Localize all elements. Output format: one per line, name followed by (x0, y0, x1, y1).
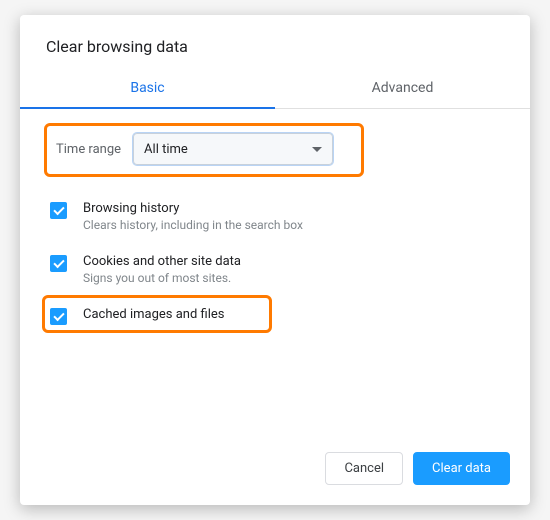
options-list: Browsing history Clears history, includi… (46, 193, 504, 339)
checkbox-cached[interactable] (50, 308, 67, 325)
option-cached-text: Cached images and files (83, 307, 224, 322)
option-browsing-history-text: Browsing history Clears history, includi… (83, 201, 303, 232)
tab-advanced-label: Advanced (372, 80, 434, 96)
tab-basic-label: Basic (130, 80, 164, 96)
checkbox-browsing-history[interactable] (50, 202, 67, 219)
option-cached-title: Cached images and files (83, 307, 224, 322)
time-range-select[interactable]: All time (133, 133, 333, 165)
time-range-label: Time range (56, 142, 121, 157)
option-browsing-history: Browsing history Clears history, includi… (46, 193, 504, 246)
dialog-title: Clear browsing data (20, 15, 530, 70)
tab-basic[interactable]: Basic (20, 70, 275, 108)
option-browsing-history-title: Browsing history (83, 201, 303, 216)
option-browsing-history-desc: Clears history, including in the search … (83, 218, 303, 232)
dialog-footer: Cancel Clear data (20, 436, 530, 505)
clear-browsing-data-dialog: Clear browsing data Basic Advanced Time … (20, 15, 530, 505)
checkbox-cookies[interactable] (50, 255, 67, 272)
option-cookies-title: Cookies and other site data (83, 254, 241, 269)
tab-bar: Basic Advanced (20, 70, 530, 109)
clear-data-button[interactable]: Clear data (413, 452, 510, 485)
checkmark-icon (53, 256, 64, 267)
option-cached: Cached images and files (46, 299, 504, 339)
option-cookies-text: Cookies and other site data Signs you ou… (83, 254, 241, 285)
cancel-button-label: Cancel (344, 461, 384, 476)
checkmark-icon (53, 203, 64, 214)
clear-data-button-label: Clear data (432, 461, 491, 476)
tab-advanced[interactable]: Advanced (275, 70, 530, 108)
option-cookies-desc: Signs you out of most sites. (83, 271, 241, 285)
time-range-row: Time range All time (46, 123, 504, 175)
cancel-button[interactable]: Cancel (325, 452, 403, 485)
checkmark-icon (53, 309, 64, 320)
dialog-content: Time range All time Browsing history Cle… (20, 109, 530, 436)
chevron-down-icon (312, 147, 322, 152)
option-cookies: Cookies and other site data Signs you ou… (46, 246, 504, 299)
time-range-selected-value: All time (144, 142, 188, 157)
